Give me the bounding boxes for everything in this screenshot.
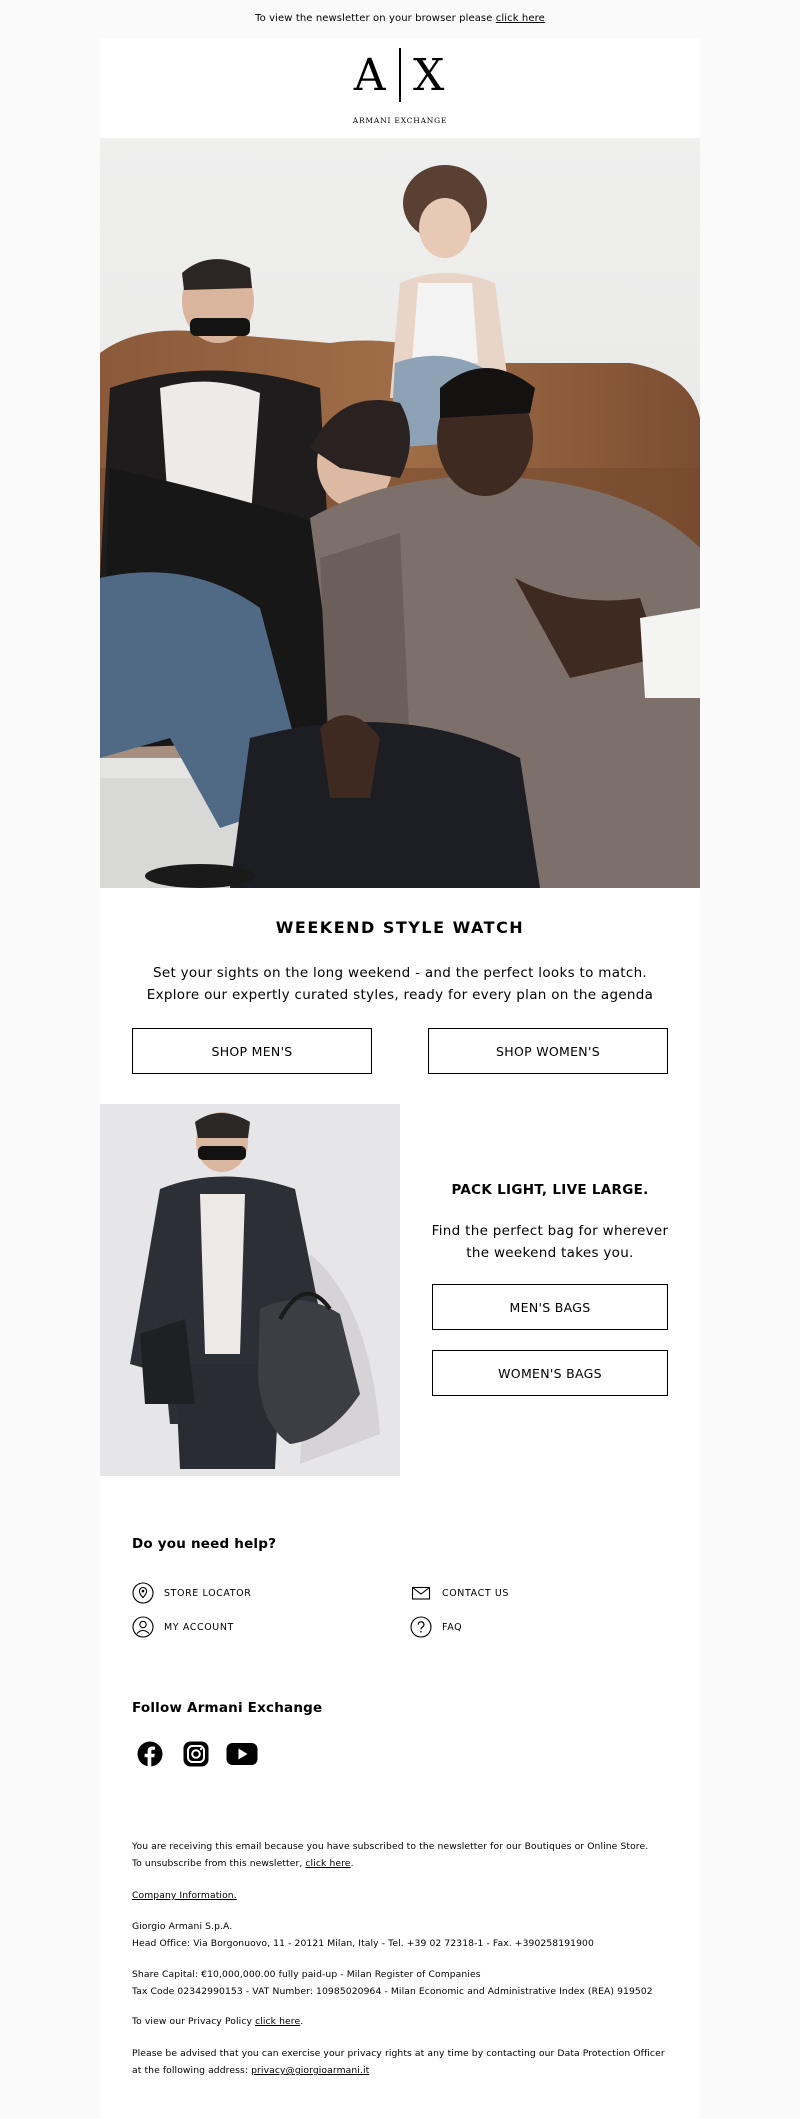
facebook-icon bbox=[137, 1741, 163, 1767]
privacy-policy-link[interactable]: click here bbox=[255, 2016, 300, 2027]
store-locator-link[interactable]: STORE LOCATOR bbox=[132, 1582, 251, 1604]
help-title: Do you need help? bbox=[132, 1536, 277, 1552]
bags-promo-image[interactable] bbox=[100, 1104, 400, 1476]
head-office: Head Office: Via Borgonuovo, 11 - 20121 … bbox=[132, 1938, 594, 1949]
privacy-period: . bbox=[300, 2016, 304, 2027]
store-locator-label: STORE LOCATOR bbox=[164, 1587, 252, 1599]
share-capital: Share Capital: €10,000,000.00 fully paid… bbox=[132, 1969, 481, 1980]
legal-capital: Share Capital: €10,000,000.00 fully paid… bbox=[132, 1966, 672, 2000]
company-name: Giorgio Armani S.p.A. bbox=[132, 1921, 233, 1932]
instagram-link[interactable] bbox=[183, 1741, 209, 1767]
bags-promo-description: Find the perfect bag for wherever the we… bbox=[431, 1223, 669, 1261]
faq-link[interactable]: FAQ bbox=[410, 1616, 462, 1638]
logo-mark: A X bbox=[100, 48, 700, 102]
legal-company-info: Company Information. bbox=[132, 1887, 672, 1904]
hero-image[interactable] bbox=[100, 138, 700, 888]
tax-code: Tax Code 02342990153 - VAT Number: 10985… bbox=[132, 1986, 653, 1997]
question-icon bbox=[410, 1616, 432, 1638]
unsubscribe-link[interactable]: click here bbox=[305, 1858, 350, 1869]
contact-us-label: CONTACT US bbox=[442, 1587, 510, 1599]
brand-logo[interactable]: A X ARMANI EXCHANGE bbox=[100, 38, 700, 138]
faq-label: FAQ bbox=[442, 1621, 463, 1633]
logo-letter-a: A bbox=[353, 49, 388, 101]
follow-title: Follow Armani Exchange bbox=[132, 1700, 323, 1716]
shop-womens-button[interactable]: SHOP WOMEN'S bbox=[428, 1028, 668, 1074]
privacy-text: To view our Privacy Policy bbox=[132, 2016, 253, 2027]
view-in-browser-link[interactable]: click here bbox=[496, 13, 545, 24]
user-icon bbox=[132, 1616, 154, 1638]
youtube-icon bbox=[226, 1743, 258, 1765]
unsubscribe-text: To unsubscribe from this newsletter, bbox=[132, 1858, 303, 1869]
youtube-link[interactable] bbox=[226, 1741, 258, 1767]
contact-us-link[interactable]: CONTACT US bbox=[410, 1582, 509, 1604]
unsubscribe-line: To unsubscribe from this newsletter, cli… bbox=[132, 1855, 672, 1872]
legal-subscription: You are receiving this email because you… bbox=[132, 1838, 672, 1872]
my-account-label: MY ACCOUNT bbox=[164, 1621, 234, 1633]
hero-description: Set your sights on the long weekend - an… bbox=[146, 965, 654, 1003]
view-in-browser-text: To view the newsletter on your browser p… bbox=[255, 13, 493, 24]
womens-bags-button[interactable]: WOMEN'S BAGS bbox=[432, 1350, 668, 1396]
legal-dpo: Please be advised that you can exercise … bbox=[132, 2045, 672, 2079]
company-information-link[interactable]: Company Information. bbox=[132, 1890, 237, 1901]
subscription-notice: You are receiving this email because you… bbox=[132, 1841, 649, 1852]
bags-promo-title: PACK LIGHT, LIVE LARGE. bbox=[451, 1182, 649, 1198]
hero-title: WEEKEND STYLE WATCH bbox=[275, 918, 525, 937]
dpo-text: Please be advised that you can exercise … bbox=[132, 2048, 665, 2076]
dpo-email-link[interactable]: privacy@giorgioarmani.it bbox=[251, 2065, 369, 2076]
hero-photo-illustration bbox=[100, 138, 700, 888]
mens-bags-button[interactable]: MEN'S BAGS bbox=[432, 1284, 668, 1330]
logo-wordmark: ARMANI EXCHANGE bbox=[352, 116, 448, 125]
legal-company-address: Giorgio Armani S.p.A. Head Office: Via B… bbox=[132, 1918, 672, 1952]
location-pin-icon bbox=[132, 1582, 154, 1604]
email-card: A X ARMANI EXCHANGE WEEKEND STYLE WATCH … bbox=[100, 38, 700, 2119]
facebook-link[interactable] bbox=[137, 1741, 163, 1767]
unsubscribe-period: . bbox=[350, 1858, 354, 1869]
bags-photo-illustration bbox=[100, 1104, 400, 1476]
envelope-icon bbox=[411, 1586, 431, 1600]
view-in-browser-bar: To view the newsletter on your browser p… bbox=[0, 0, 800, 38]
instagram-icon bbox=[183, 1741, 209, 1767]
logo-letter-x: X bbox=[412, 49, 447, 101]
logo-divider bbox=[399, 48, 401, 102]
shop-mens-button[interactable]: SHOP MEN'S bbox=[132, 1028, 372, 1074]
my-account-link[interactable]: MY ACCOUNT bbox=[132, 1616, 234, 1638]
legal-privacy: To view our Privacy Policy click here. bbox=[132, 2013, 672, 2030]
